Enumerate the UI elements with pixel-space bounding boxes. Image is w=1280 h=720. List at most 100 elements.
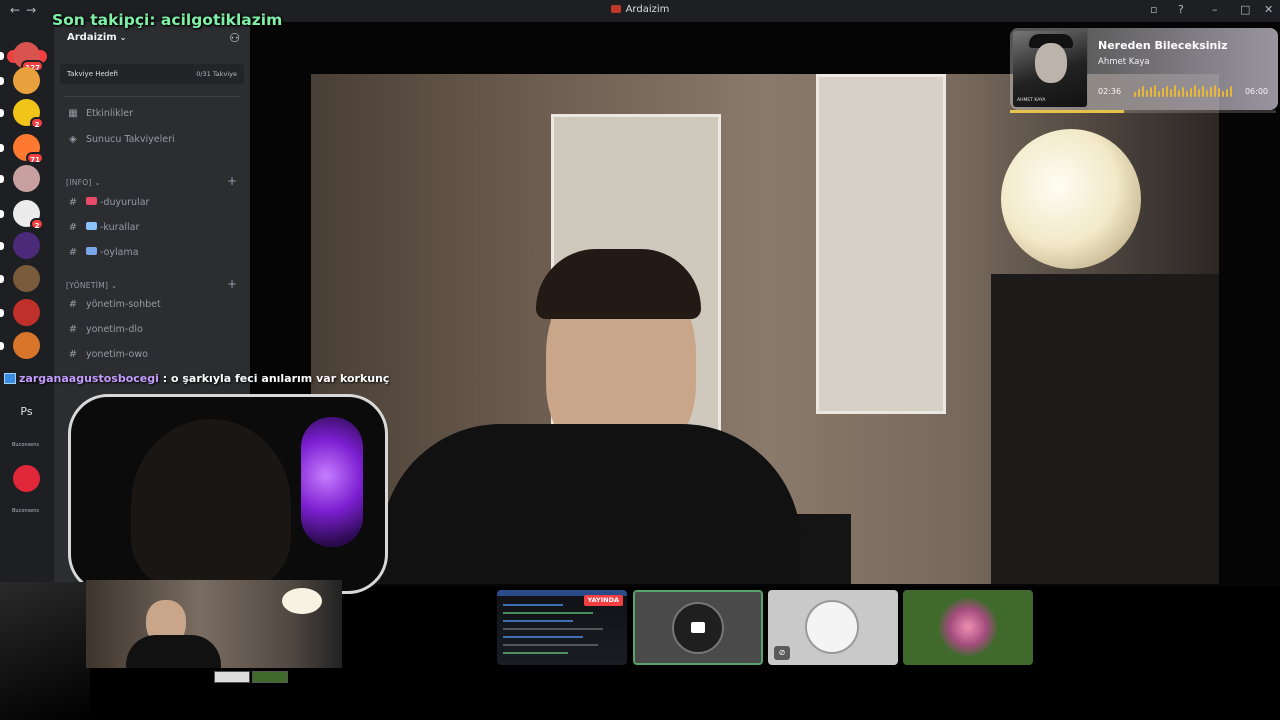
server-icon-7[interactable] (13, 232, 40, 259)
hashtag-icon: # (68, 247, 78, 258)
picture-in-picture-stream[interactable] (86, 580, 342, 668)
server-icon-5[interactable] (13, 165, 40, 192)
chat-avatar-icon (4, 373, 16, 384)
server-red-logo[interactable] (13, 465, 40, 492)
category-info[interactable]: [INFO] ⌄ (66, 178, 101, 187)
sidebar-item-events[interactable]: ▦ Etkinlikler (66, 108, 133, 126)
sidebar-item-boosts[interactable]: ◈ Sunucu Takviyeleri (66, 134, 175, 152)
pip-thumb[interactable] (252, 671, 288, 683)
unread-indicator (0, 242, 4, 250)
channel-oylama[interactable]: # -oylama (66, 247, 139, 265)
progress-fill (1010, 110, 1125, 113)
add-channel-icon[interactable]: + (227, 174, 237, 188)
bottom-left-shadow (0, 582, 90, 720)
dark-cabinet (991, 274, 1219, 584)
waveform-bar (1190, 88, 1192, 97)
maximize-icon[interactable]: □ (1240, 3, 1250, 16)
purple-lamp (301, 417, 363, 547)
participant-tile-screenshare[interactable]: YAYINDA (497, 590, 627, 665)
boost-goal-bar[interactable]: Takviye Hedefi 0/31 Takviye (60, 64, 244, 84)
screenshare-line (503, 620, 573, 622)
pip-globe-lamp (282, 588, 322, 614)
close-icon[interactable]: ✕ (1264, 3, 1273, 16)
waveform-bar (1178, 90, 1180, 97)
sidebar-item-label: Etkinlikler (86, 108, 134, 119)
waveform-bar (1210, 87, 1212, 97)
channel-label: -oylama (100, 247, 139, 258)
channel-yonetim-dlo[interactable]: # yonetim-dlo (66, 324, 143, 342)
divider (64, 96, 240, 97)
unread-indicator (0, 109, 4, 117)
participant-avatar (939, 598, 997, 656)
category-yonetim[interactable]: [YÖNETİM] ⌄ (66, 281, 118, 290)
server-icon-3[interactable]: 2 (13, 99, 44, 129)
chevron-down-icon: ⌄ (110, 281, 118, 290)
waveform-bar (1230, 86, 1232, 97)
unread-indicator (0, 309, 4, 317)
waveform-bar (1182, 87, 1184, 97)
muted-mic-icon: ⊘ (774, 646, 790, 660)
main-stream-video[interactable] (311, 74, 1219, 584)
waveform-bar (1226, 89, 1228, 97)
server-name: Ardaizim (67, 32, 117, 43)
participant-tile-avatar[interactable] (903, 590, 1033, 665)
waveform-bar (1222, 91, 1224, 97)
pip-thumb[interactable] (214, 671, 250, 683)
waveform-bar (1154, 85, 1156, 97)
screenshare-line (503, 612, 593, 614)
channel-label: yonetim-dlo (86, 324, 143, 335)
minimize-icon[interactable]: – (1212, 3, 1218, 16)
server-logo-icon (610, 5, 621, 13)
participant-tile-camera[interactable] (633, 590, 763, 665)
boost-goal-label: Takviye Hedefi (67, 70, 118, 78)
waveform-bar (1134, 92, 1136, 97)
channel-yonetim-owo[interactable]: # yonetim-owo (66, 349, 148, 367)
category-label: [INFO] (66, 178, 92, 187)
channel-label: yonetim-owo (86, 349, 148, 360)
album-art-caption: AHMET KAYA (1017, 98, 1046, 103)
album-art-face (1035, 43, 1067, 83)
server-icon-6[interactable]: 2 (13, 200, 44, 230)
waveform-bar (1206, 90, 1208, 97)
waveform-bar (1162, 88, 1164, 97)
waveform-bar (1138, 89, 1140, 97)
server-icon-10[interactable] (13, 332, 40, 359)
add-channel-icon[interactable]: + (227, 277, 237, 291)
unread-indicator (0, 144, 4, 152)
screenshare-line (503, 628, 603, 630)
facecam-person (131, 419, 291, 589)
waveform-bar (1194, 85, 1196, 97)
globe-lamp (1001, 129, 1141, 269)
shelf-unit-right (816, 74, 946, 414)
invite-people-icon[interactable]: ⚇ (229, 31, 240, 45)
server-icon-9[interactable] (13, 299, 40, 326)
server-icon-4[interactable]: 71 (13, 134, 44, 164)
server-icon-8[interactable] (13, 265, 40, 292)
mention-badge: 2 (30, 218, 44, 230)
hashtag-icon: # (68, 349, 78, 360)
pip-thumbnails (214, 668, 290, 683)
channel-yonetim-sohbet[interactable]: # yönetim-sohbet (66, 299, 161, 317)
channel-label: -kurallar (100, 222, 140, 233)
waveform-bar (1146, 90, 1148, 97)
help-icon[interactable]: ? (1178, 3, 1184, 16)
channel-duyurular[interactable]: # -duyurular (66, 197, 149, 215)
inbox-icon[interactable]: ▫ (1150, 3, 1157, 16)
server-name-header[interactable]: Ardaizim ⌄ (67, 32, 126, 43)
unread-indicator (0, 52, 4, 60)
boost-icon: ◈ (69, 134, 77, 145)
song-artist: Ahmet Kaya (1098, 57, 1150, 67)
server-icon-2[interactable] (13, 67, 40, 94)
discord-window: ←→ Ardaizim ▫ ? – □ ✕ YENİ 1272712 Ps Bu… (0, 0, 1280, 720)
participant-avatar (805, 600, 859, 654)
participant-tile-muted[interactable]: ⊘ (768, 590, 898, 665)
server-photoshop[interactable]: Ps (13, 398, 40, 425)
sidebar-item-label: Sunucu Takviyeleri (86, 134, 175, 145)
screenshare-line (503, 644, 598, 646)
channel-kurallar[interactable]: # -kurallar (66, 222, 139, 240)
now-playing-widget: AHMET KAYA Nereden Bileceksiniz Ahmet Ka… (1010, 28, 1278, 110)
waveform-bar (1174, 85, 1176, 97)
chevron-down-icon: ⌄ (94, 178, 101, 187)
server-icon-1[interactable]: 127 (13, 42, 44, 72)
waveform-bar (1150, 87, 1152, 97)
